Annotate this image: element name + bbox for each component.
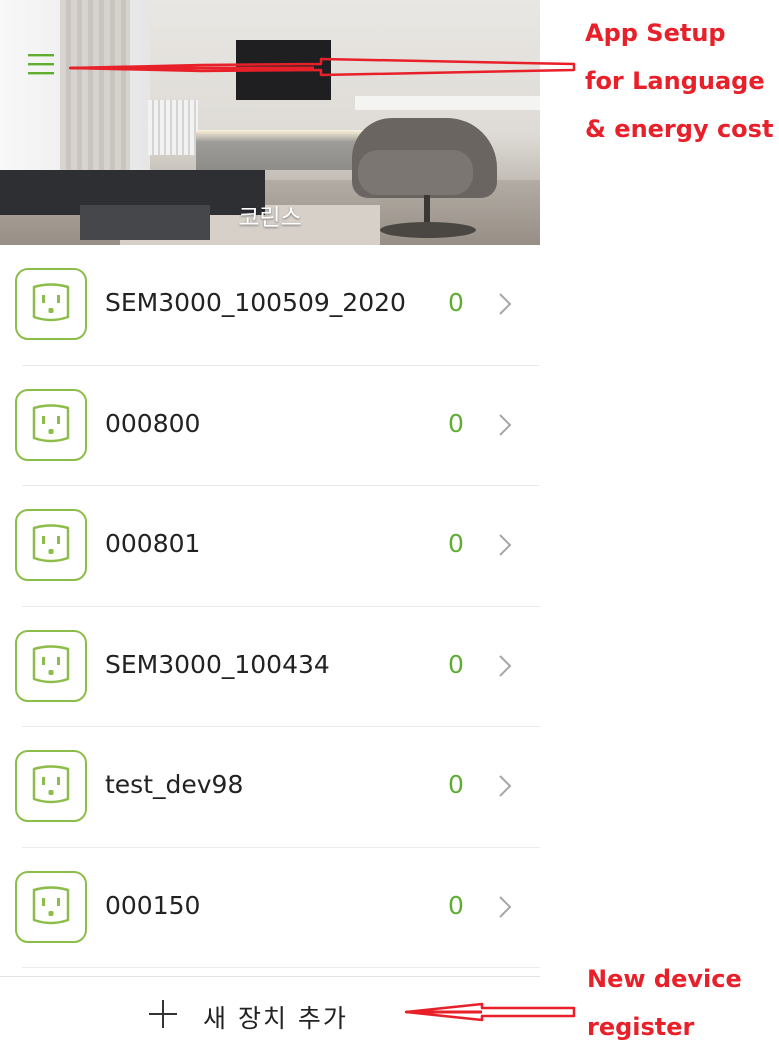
device-row[interactable]: SEM3000_100434 0 (0, 607, 540, 727)
chevron-right-icon (499, 413, 512, 436)
device-row[interactable]: 000800 0 (0, 366, 540, 486)
device-value: 0 (448, 649, 464, 679)
header-photo-tv (236, 40, 331, 100)
annotation-new-device: New device register (587, 955, 742, 1051)
device-row[interactable]: SEM3000_100509_2020 0 (0, 245, 540, 366)
smart-plug-icon (15, 268, 87, 340)
add-device-label: 새 장치 추가 (203, 1004, 348, 1033)
app-screen: 코린스 SEM3000_100509_2020 0 000800 0 00080… (0, 0, 540, 1049)
device-value: 0 (448, 288, 464, 317)
header-photo-radiator (148, 100, 198, 155)
device-name: 000800 (105, 408, 201, 438)
header-photo-table-lower (80, 205, 210, 240)
device-row[interactable]: 000150 0 (0, 848, 540, 968)
device-name: SEM3000_100509_2020 (105, 288, 406, 317)
row-divider (22, 967, 540, 968)
annotation-app-setup: App Setup for Language & energy cost (585, 9, 773, 153)
device-value: 0 (448, 770, 464, 799)
smart-plug-icon (15, 388, 87, 461)
annotation-line: New device (587, 965, 742, 993)
smart-plug-icon (15, 750, 87, 822)
device-name: 000801 (105, 529, 201, 558)
annotation-line: App Setup (585, 19, 726, 47)
hamburger-menu-icon[interactable] (28, 52, 54, 76)
header-photo-shelf (355, 96, 540, 110)
home-header: 코린스 (0, 0, 540, 245)
smart-plug-icon (15, 870, 87, 943)
device-row[interactable]: test_dev98 0 (0, 727, 540, 848)
device-value: 0 (448, 890, 464, 920)
chevron-right-icon (499, 654, 512, 677)
device-name: test_dev98 (105, 770, 244, 799)
annotation-line: for Language (585, 67, 765, 95)
plus-icon (149, 1000, 177, 1028)
device-row[interactable]: 000801 0 (0, 486, 540, 607)
chevron-right-icon (499, 534, 512, 556)
device-value: 0 (448, 529, 464, 558)
home-name: 코린스 (238, 205, 302, 231)
annotation-line: & energy cost (585, 115, 774, 143)
device-list: SEM3000_100509_2020 0 000800 0 000801 0 … (0, 245, 540, 968)
header-photo-armchair-base (380, 222, 476, 238)
chevron-right-icon (499, 895, 512, 918)
add-device-button[interactable]: 새 장치 추가 (0, 977, 540, 1049)
chevron-right-icon (499, 775, 512, 797)
smart-plug-icon (15, 629, 87, 702)
device-name: 000150 (105, 890, 201, 920)
annotation-line: register (587, 1013, 695, 1041)
device-name: SEM3000_100434 (105, 649, 330, 679)
header-photo-armchair-seat (358, 150, 473, 195)
smart-plug-icon (15, 509, 87, 581)
device-value: 0 (448, 408, 464, 438)
chevron-right-icon (499, 293, 512, 315)
